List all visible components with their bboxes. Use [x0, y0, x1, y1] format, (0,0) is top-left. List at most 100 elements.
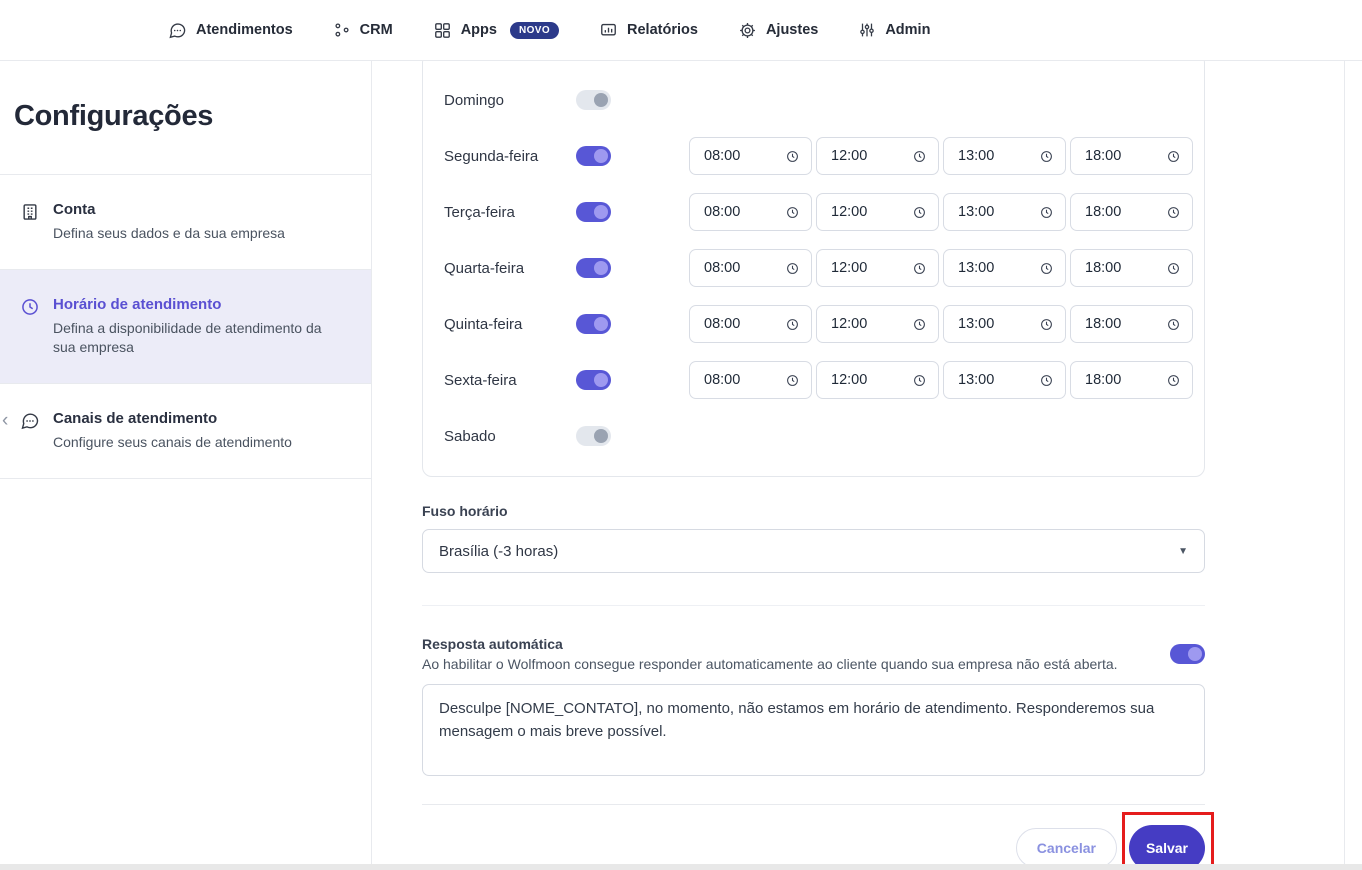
day-label: Terça-feira	[444, 204, 576, 221]
toggle-knob	[594, 205, 608, 219]
cancel-button[interactable]: Cancelar	[1016, 828, 1117, 868]
nav-item-admin[interactable]: Admin	[858, 21, 930, 39]
day-label: Domingo	[444, 92, 576, 109]
time-input[interactable]: 18:00	[1070, 305, 1193, 343]
time-value: 12:00	[831, 260, 867, 276]
clock-icon	[1167, 374, 1180, 387]
novo-badge: NOVO	[510, 22, 559, 39]
day-toggle[interactable]	[576, 426, 611, 446]
sidebar-item-title: Canais de atendimento	[53, 410, 292, 427]
timezone-label: Fuso horário	[422, 503, 1205, 519]
sidebar-item-title: Conta	[53, 201, 285, 218]
time-value: 13:00	[958, 260, 994, 276]
time-value: 18:00	[1085, 148, 1121, 164]
day-label: Sabado	[444, 428, 576, 445]
time-input[interactable]: 08:00	[689, 137, 812, 175]
clock-icon	[913, 262, 926, 275]
schedule-row: Sexta-feira08:0012:0013:0018:00	[423, 352, 1193, 408]
toggle-knob	[1188, 647, 1202, 661]
time-range-group: 08:00 12:00 13:00 18:00	[689, 249, 1193, 287]
schedule-card: DomingoSegunda-feira08:0012:0013:0018:00…	[422, 61, 1205, 477]
sidebar-item-horario-de-atendimento[interactable]: Horário de atendimento Defina a disponib…	[0, 270, 371, 384]
top-nav: Atendimentos CRM Apps NOVO	[0, 0, 1362, 61]
clock-icon	[913, 206, 926, 219]
nav-item-crm[interactable]: CRM	[333, 21, 393, 39]
time-input[interactable]: 13:00	[943, 305, 1066, 343]
building-icon	[20, 202, 40, 227]
day-toggle[interactable]	[576, 370, 611, 390]
chart-icon	[599, 21, 618, 40]
settings-content: DomingoSegunda-feira08:0012:0013:0018:00…	[372, 61, 1345, 870]
divider	[422, 605, 1205, 606]
sidebar-item-subtitle: Configure seus canais de atendimento	[53, 433, 292, 452]
time-value: 12:00	[831, 148, 867, 164]
time-input[interactable]: 18:00	[1070, 361, 1193, 399]
sidebar-item-subtitle: Defina seus dados e da sua empresa	[53, 224, 285, 243]
time-input[interactable]: 08:00	[689, 193, 812, 231]
time-value: 13:00	[958, 204, 994, 220]
grid-icon	[433, 21, 452, 40]
toggle-knob	[594, 429, 608, 443]
clock-icon	[786, 262, 799, 275]
nav-item-apps[interactable]: Apps NOVO	[433, 21, 559, 40]
time-value: 18:00	[1085, 260, 1121, 276]
sidebar-item-canais-de-atendimento[interactable]: Canais de atendimento Configure seus can…	[0, 384, 371, 479]
nav-item-ajustes[interactable]: Ajustes	[738, 21, 818, 40]
auto-reply-message-input[interactable]: Desculpe [NOME_CONTATO], no momento, não…	[422, 684, 1205, 776]
time-value: 12:00	[831, 204, 867, 220]
clock-icon	[913, 374, 926, 387]
time-value: 18:00	[1085, 204, 1121, 220]
clock-icon	[786, 318, 799, 331]
nav-label: Atendimentos	[196, 22, 293, 38]
chevron-down-icon: ▼	[1178, 546, 1188, 557]
timezone-select[interactable]: Brasília (-3 horas) ▼	[422, 529, 1205, 573]
auto-reply-toggle[interactable]	[1170, 644, 1205, 664]
day-toggle[interactable]	[576, 146, 611, 166]
clock-icon	[786, 150, 799, 163]
timezone-value: Brasília (-3 horas)	[439, 543, 558, 560]
day-toggle[interactable]	[576, 90, 611, 110]
collapse-sidebar-chevron-icon[interactable]: ‹	[0, 409, 10, 432]
time-input[interactable]: 13:00	[943, 137, 1066, 175]
time-input[interactable]: 08:00	[689, 305, 812, 343]
time-input[interactable]: 12:00	[816, 137, 939, 175]
day-toggle[interactable]	[576, 314, 611, 334]
nav-item-atendimentos[interactable]: Atendimentos	[168, 21, 293, 40]
clock-icon	[1040, 206, 1053, 219]
time-input[interactable]: 12:00	[816, 249, 939, 287]
time-input[interactable]: 13:00	[943, 249, 1066, 287]
auto-reply-header: Resposta automática Ao habilitar o Wolfm…	[422, 636, 1205, 672]
toggle-knob	[594, 261, 608, 275]
day-label: Segunda-feira	[444, 148, 576, 165]
time-input[interactable]: 18:00	[1070, 137, 1193, 175]
time-input[interactable]: 08:00	[689, 249, 812, 287]
time-value: 18:00	[1085, 372, 1121, 388]
day-toggle[interactable]	[576, 202, 611, 222]
time-input[interactable]: 12:00	[816, 193, 939, 231]
toggle-knob	[594, 93, 608, 107]
clock-icon	[913, 318, 926, 331]
nav-label: Apps	[461, 22, 497, 38]
time-input[interactable]: 12:00	[816, 305, 939, 343]
nodes-icon	[333, 21, 351, 39]
time-input[interactable]: 13:00	[943, 193, 1066, 231]
time-input[interactable]: 12:00	[816, 361, 939, 399]
nav-label: Relatórios	[627, 22, 698, 38]
time-input[interactable]: 18:00	[1070, 193, 1193, 231]
time-input[interactable]: 13:00	[943, 361, 1066, 399]
time-input[interactable]: 08:00	[689, 361, 812, 399]
toggle-knob	[594, 373, 608, 387]
nav-item-relatorios[interactable]: Relatórios	[599, 21, 698, 40]
time-value: 13:00	[958, 148, 994, 164]
clock-icon	[1040, 150, 1053, 163]
clock-icon	[1040, 318, 1053, 331]
page-title: Configurações	[14, 99, 371, 134]
time-input[interactable]: 18:00	[1070, 249, 1193, 287]
day-toggle[interactable]	[576, 258, 611, 278]
time-value: 13:00	[958, 316, 994, 332]
nav-label: Admin	[885, 22, 930, 38]
sidebar-item-conta[interactable]: Conta Defina seus dados e da sua empresa	[0, 175, 371, 270]
sliders-icon	[858, 21, 876, 39]
clock-icon	[1040, 262, 1053, 275]
time-value: 18:00	[1085, 316, 1121, 332]
